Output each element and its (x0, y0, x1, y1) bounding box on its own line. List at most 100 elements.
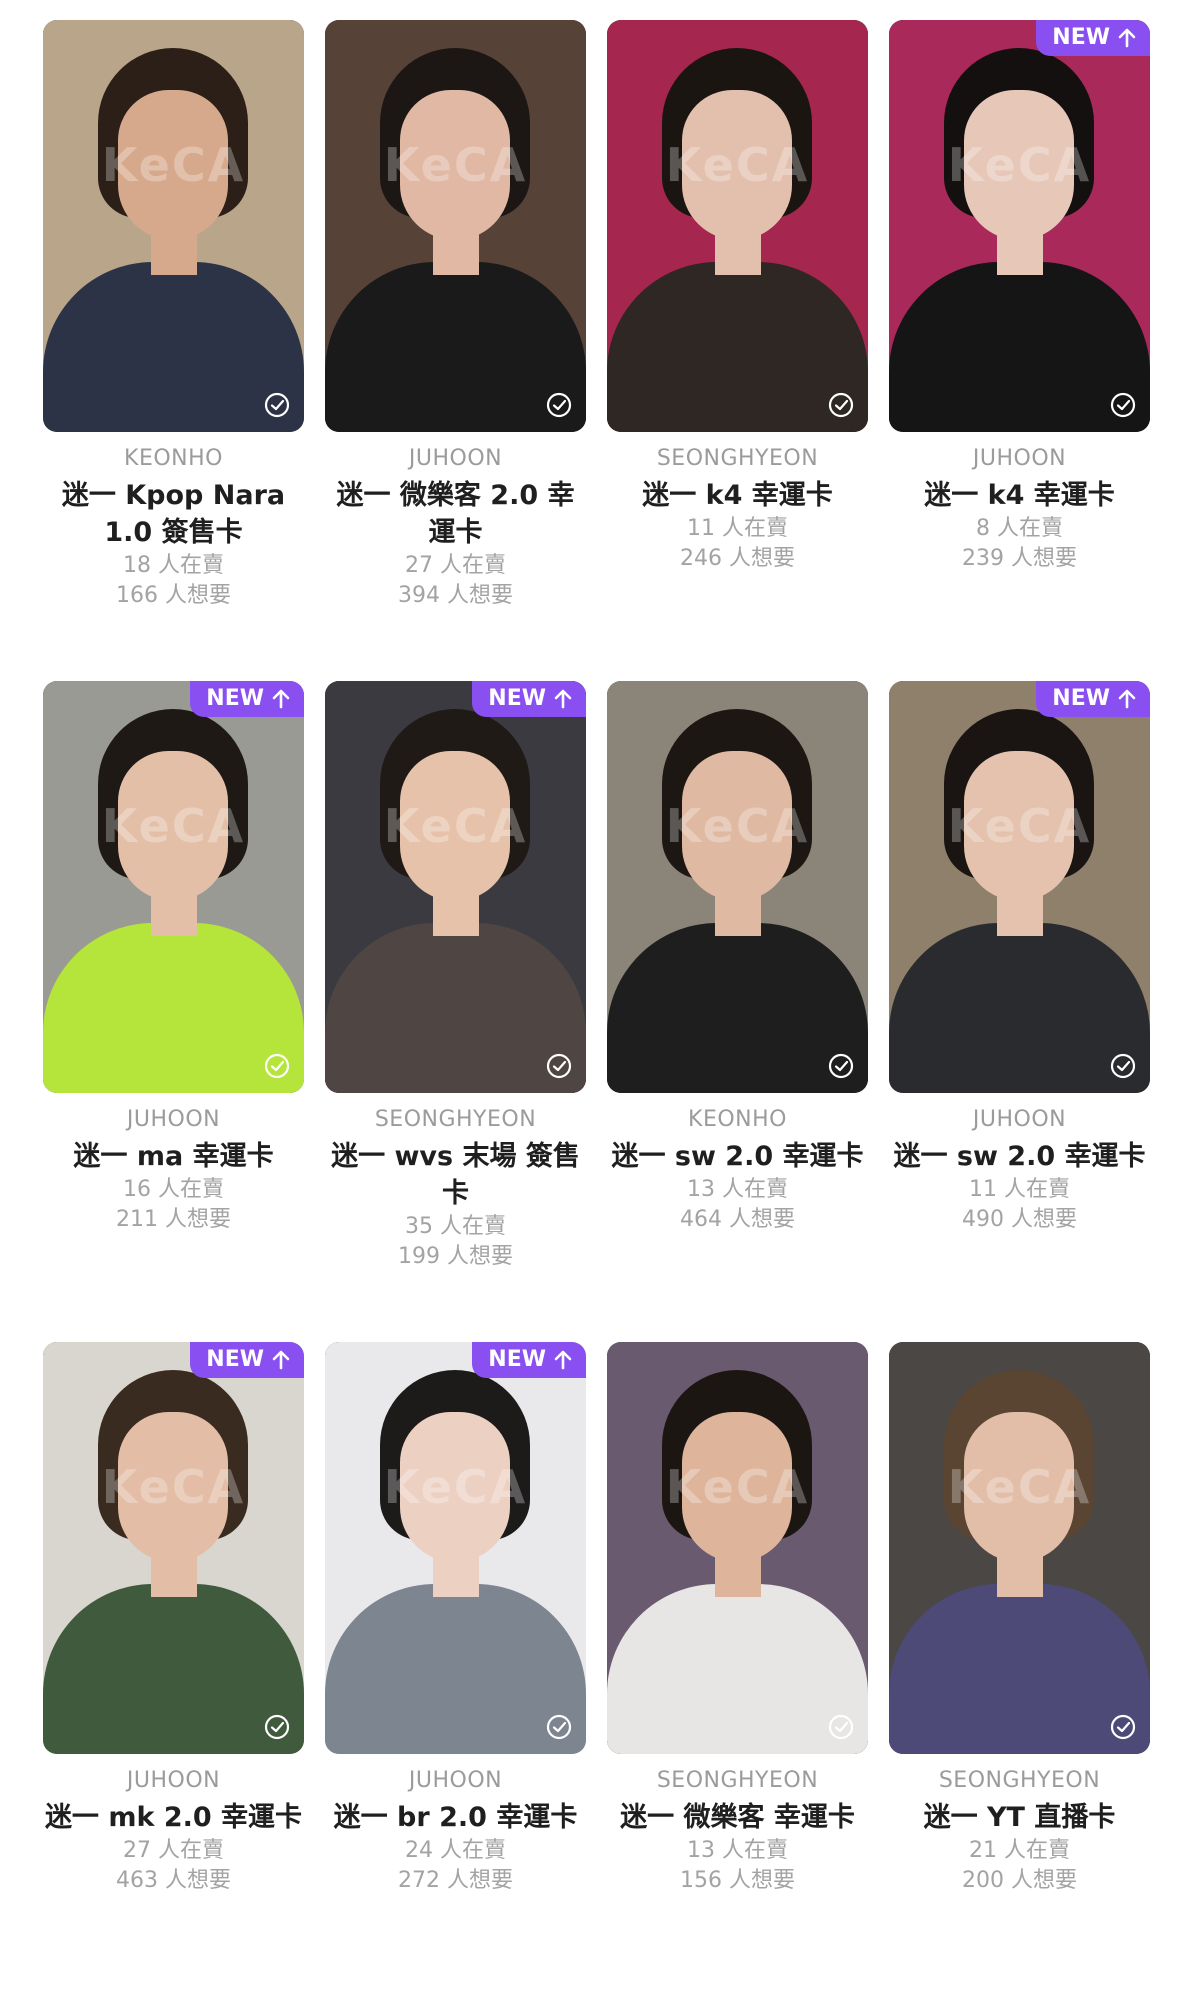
wants-count: 239 人想要 (962, 546, 1077, 571)
wants-count: 490 人想要 (962, 1207, 1077, 1232)
check-circle-icon[interactable] (546, 1714, 572, 1740)
card[interactable]: KeCA NEW SEONGHYEON 迷一 wvs 末場 簽售卡 35 人在賣… (325, 681, 586, 1342)
card-photo[interactable]: KeCA (889, 1342, 1150, 1754)
new-badge-label: NEW (488, 686, 546, 711)
card-title[interactable]: 迷一 微樂客 2.0 幸運卡 (325, 477, 586, 551)
new-badge: NEW (1036, 681, 1150, 717)
card-photo[interactable]: KeCA NEW (43, 681, 304, 1093)
sellers-count: 35 人在賣 (405, 1214, 506, 1239)
sellers-count: 11 人在賣 (687, 516, 788, 541)
arrow-up-icon (272, 689, 290, 709)
member-name: JUHOON (408, 446, 503, 471)
card-photo[interactable]: KeCA (607, 20, 868, 432)
card-title[interactable]: 迷一 wvs 末場 簽售卡 (325, 1138, 586, 1212)
card-title[interactable]: 迷一 Kpop Nara 1.0 簽售卡 (43, 477, 304, 551)
new-badge: NEW (190, 681, 304, 717)
photo-watermark: KeCA (947, 799, 1092, 853)
card-photo[interactable]: KeCA NEW (889, 681, 1150, 1093)
check-circle-icon[interactable] (1110, 1053, 1136, 1079)
new-badge-label: NEW (206, 686, 264, 711)
card-photo[interactable]: KeCA (43, 20, 304, 432)
check-circle-icon[interactable] (264, 1053, 290, 1079)
member-name: JUHOON (972, 446, 1067, 471)
card-photo[interactable]: KeCA NEW (325, 681, 586, 1093)
photo-watermark: KeCA (101, 799, 246, 853)
photo-watermark: KeCA (383, 799, 528, 853)
card-photo[interactable]: KeCA (607, 1342, 868, 1754)
card[interactable]: KeCA SEONGHYEON 迷一 微樂客 幸運卡 13 人在賣 156 人想… (607, 1342, 868, 2003)
card-title[interactable]: 迷一 sw 2.0 幸運卡 (607, 1138, 868, 1175)
card[interactable]: KeCA SEONGHYEON 迷一 YT 直播卡 21 人在賣 200 人想要 (889, 1342, 1150, 2003)
card-photo[interactable]: KeCA (325, 20, 586, 432)
member-name: SEONGHYEON (656, 1768, 819, 1793)
card-title[interactable]: 迷一 mk 2.0 幸運卡 (43, 1799, 304, 1836)
card-title[interactable]: 迷一 YT 直播卡 (889, 1799, 1150, 1836)
card-photo[interactable]: KeCA NEW (889, 20, 1150, 432)
wants-count: 272 人想要 (398, 1868, 513, 1893)
member-name: KEONHO (688, 1107, 787, 1132)
photo-watermark: KeCA (947, 138, 1092, 192)
photo-watermark: KeCA (383, 138, 528, 192)
card-title[interactable]: 迷一 sw 2.0 幸運卡 (889, 1138, 1150, 1175)
card[interactable]: KeCA NEW JUHOON 迷一 ma 幸運卡 16 人在賣 211 人想要 (43, 681, 304, 1342)
photo-watermark: KeCA (383, 1460, 528, 1514)
sellers-count: 13 人在賣 (687, 1177, 788, 1202)
card[interactable]: KeCA KEONHO 迷一 sw 2.0 幸運卡 13 人在賣 464 人想要 (607, 681, 868, 1342)
check-circle-icon[interactable] (828, 1714, 854, 1740)
check-circle-icon[interactable] (264, 392, 290, 418)
photo-watermark: KeCA (665, 799, 810, 853)
member-name: SEONGHYEON (374, 1107, 537, 1132)
member-name: SEONGHYEON (938, 1768, 1101, 1793)
card-title[interactable]: 迷一 k4 幸運卡 (607, 477, 868, 514)
sellers-count: 8 人在賣 (976, 516, 1063, 541)
card-title[interactable]: 迷一 k4 幸運卡 (889, 477, 1150, 514)
check-circle-icon[interactable] (828, 392, 854, 418)
photo-watermark: KeCA (947, 1460, 1092, 1514)
new-badge: NEW (1036, 20, 1150, 56)
member-name: JUHOON (126, 1768, 221, 1793)
check-circle-icon[interactable] (828, 1053, 854, 1079)
check-circle-icon[interactable] (1110, 392, 1136, 418)
check-circle-icon[interactable] (546, 1053, 572, 1079)
card-photo[interactable]: KeCA NEW (325, 1342, 586, 1754)
wants-count: 394 人想要 (398, 583, 513, 608)
check-circle-icon[interactable] (1110, 1714, 1136, 1740)
sellers-count: 21 人在賣 (969, 1838, 1070, 1863)
member-name: JUHOON (972, 1107, 1067, 1132)
wants-count: 211 人想要 (116, 1207, 231, 1232)
card-photo[interactable]: KeCA (607, 681, 868, 1093)
new-badge-label: NEW (1052, 25, 1110, 50)
card[interactable]: KeCA KEONHO 迷一 Kpop Nara 1.0 簽售卡 18 人在賣 … (43, 20, 304, 681)
card[interactable]: KeCA NEW JUHOON 迷一 br 2.0 幸運卡 24 人在賣 272… (325, 1342, 586, 2003)
card-title[interactable]: 迷一 br 2.0 幸運卡 (325, 1799, 586, 1836)
sellers-count: 18 人在賣 (123, 553, 224, 578)
card[interactable]: KeCA NEW JUHOON 迷一 sw 2.0 幸運卡 11 人在賣 490… (889, 681, 1150, 1342)
sellers-count: 27 人在賣 (123, 1838, 224, 1863)
card-title[interactable]: 迷一 微樂客 幸運卡 (607, 1799, 868, 1836)
photo-watermark: KeCA (665, 138, 810, 192)
wants-count: 199 人想要 (398, 1244, 513, 1269)
card[interactable]: KeCA NEW JUHOON 迷一 k4 幸運卡 8 人在賣 239 人想要 (889, 20, 1150, 681)
card-title[interactable]: 迷一 ma 幸運卡 (43, 1138, 304, 1175)
photo-watermark: KeCA (101, 138, 246, 192)
arrow-up-icon (1118, 689, 1136, 709)
arrow-up-icon (272, 1350, 290, 1370)
card[interactable]: KeCA SEONGHYEON 迷一 k4 幸運卡 11 人在賣 246 人想要 (607, 20, 868, 681)
sellers-count: 11 人在賣 (969, 1177, 1070, 1202)
new-badge: NEW (472, 681, 586, 717)
new-badge-label: NEW (1052, 686, 1110, 711)
sellers-count: 27 人在賣 (405, 553, 506, 578)
wants-count: 156 人想要 (680, 1868, 795, 1893)
wants-count: 166 人想要 (116, 583, 231, 608)
wants-count: 246 人想要 (680, 546, 795, 571)
card-photo[interactable]: KeCA NEW (43, 1342, 304, 1754)
sellers-count: 24 人在賣 (405, 1838, 506, 1863)
new-badge: NEW (472, 1342, 586, 1378)
photo-watermark: KeCA (665, 1460, 810, 1514)
wants-count: 200 人想要 (962, 1868, 1077, 1893)
card[interactable]: KeCA JUHOON 迷一 微樂客 2.0 幸運卡 27 人在賣 394 人想… (325, 20, 586, 681)
card[interactable]: KeCA NEW JUHOON 迷一 mk 2.0 幸運卡 27 人在賣 463… (43, 1342, 304, 2003)
check-circle-icon[interactable] (546, 392, 572, 418)
check-circle-icon[interactable] (264, 1714, 290, 1740)
new-badge-label: NEW (488, 1347, 546, 1372)
